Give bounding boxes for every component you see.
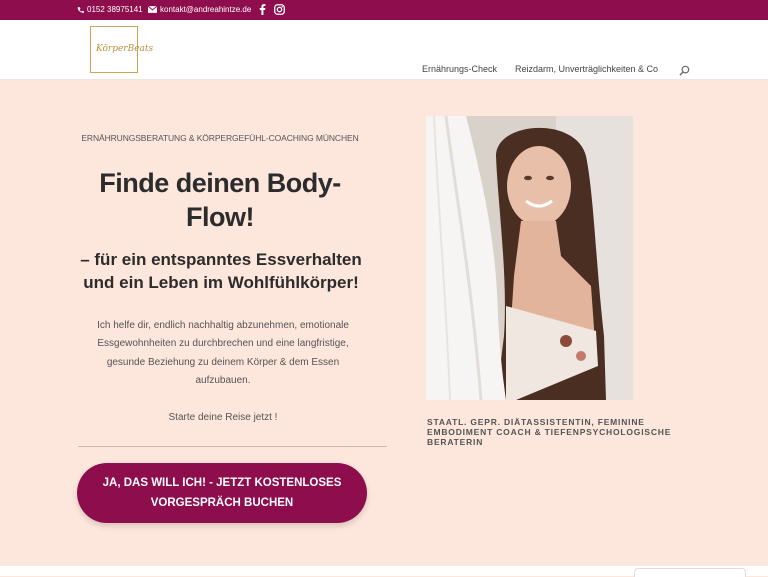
site-header: KörperBeats Ernährungs-Check Reizdarm, U…	[0, 20, 768, 80]
email-address: kontakt@andreahintze.de	[160, 5, 252, 14]
portrait-photo	[426, 116, 633, 400]
search-icon[interactable]	[679, 65, 690, 76]
hero-description: Ich helfe dir, endlich nachhaltig abzune…	[97, 320, 349, 386]
phone-icon	[77, 6, 84, 13]
hero-title: Finde deinen Body-Flow!	[99, 168, 341, 232]
hero-tagline: – für ein entspanntes Essverhalten und e…	[80, 250, 362, 292]
nav-item-ernaehrungs-check[interactable]: Ernährungs-Check	[422, 64, 497, 74]
phone-number: 0152 38975141	[87, 5, 143, 14]
email-link[interactable]: kontakt@andreahintze.de	[148, 5, 251, 14]
logo-text: KörperBeats	[96, 44, 154, 54]
divider	[78, 446, 387, 447]
instagram-icon	[274, 4, 285, 15]
top-bar: 0152 38975141 kontakt@andreahintze.de	[0, 0, 768, 20]
hero-cta-text: Starte deine Reise jetzt !	[168, 412, 278, 423]
book-consultation-button[interactable]: JA, DAS WILL ICH! - JETZT KOSTENLOSES VO…	[77, 463, 367, 523]
facebook-icon	[259, 4, 266, 15]
mail-icon	[148, 6, 157, 13]
hero-subheading: ERNÄHRUNGSBERATUNG & KÖRPERGEFÜHL-COACHI…	[81, 133, 359, 143]
portrait-caption: STAATL. GEPR. DIÄTASSISTENTIN, FEMININE …	[427, 417, 672, 447]
facebook-link[interactable]	[259, 4, 266, 15]
instagram-link[interactable]	[274, 4, 285, 15]
nav-item-reizdarm[interactable]: Reizdarm, Unverträglichkeiten & Co	[515, 64, 658, 74]
phone-link[interactable]: 0152 38975141	[77, 5, 143, 14]
